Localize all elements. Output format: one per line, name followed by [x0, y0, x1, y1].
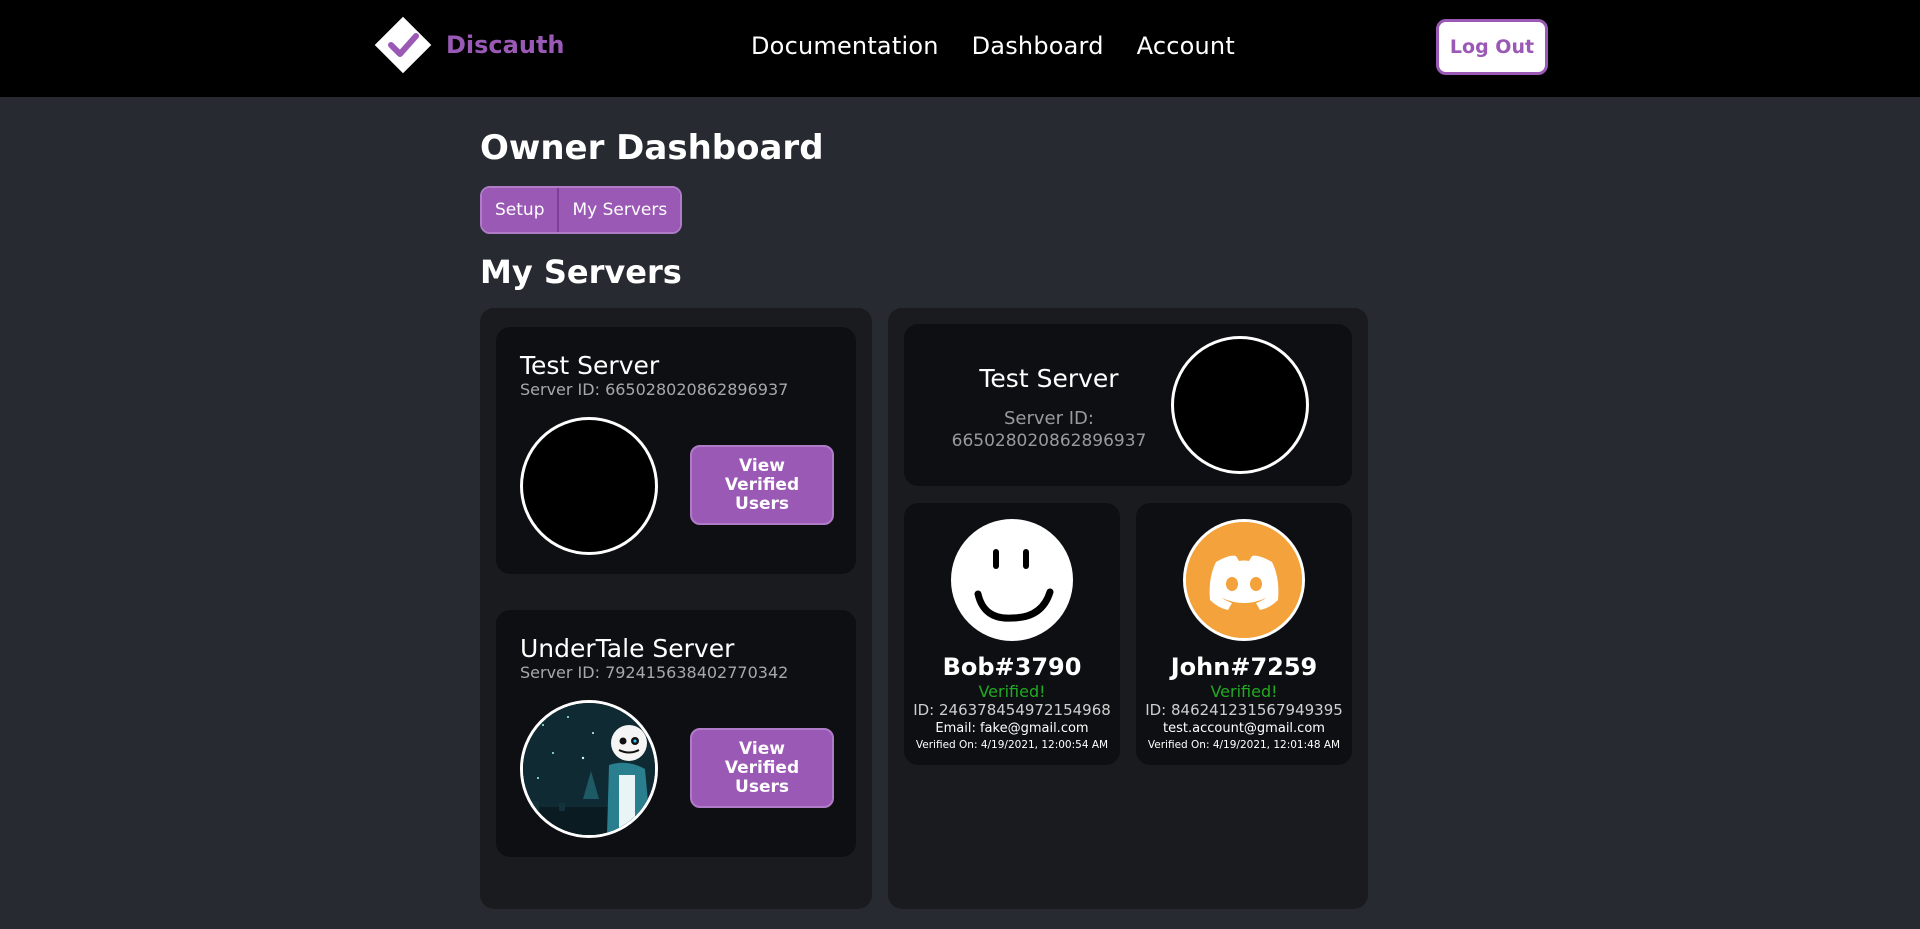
user-email: test.account@gmail.com — [1163, 721, 1325, 736]
nav-documentation[interactable]: Documentation — [751, 32, 939, 60]
selected-server-id-label: Server ID: — [1004, 408, 1094, 429]
verified-date: Verified On: 4/19/2021, 12:00:54 AM — [915, 739, 1109, 751]
dashboard-tabs: Setup My Servers — [480, 186, 683, 234]
smiley-face-icon — [951, 519, 1073, 641]
view-verified-users-button[interactable]: View Verified Users — [690, 728, 834, 808]
server-list-panel: Test Server Server ID: 66502802086289693… — [480, 308, 872, 909]
page-title: Owner Dashboard — [480, 128, 824, 168]
server-card: UnderTale Server Server ID: 792415638402… — [496, 610, 856, 857]
user-id: ID: 246378454972154968 — [913, 701, 1111, 719]
checkmark-diamond-icon — [370, 12, 436, 78]
tab-setup[interactable]: Setup — [482, 188, 558, 232]
selected-server-name: Test Server — [979, 364, 1119, 393]
user-name: John#7259 — [1170, 653, 1318, 681]
top-navbar: Discauth Documentation Dashboard Account… — [0, 0, 1920, 97]
nav-dashboard[interactable]: Dashboard — [972, 32, 1104, 60]
nav-account[interactable]: Account — [1137, 32, 1235, 60]
section-title: My Servers — [480, 253, 682, 291]
server-name: UnderTale Server — [520, 634, 735, 663]
brand-logo-link[interactable]: Discauth — [370, 12, 565, 78]
user-email: Email: fake@gmail.com — [935, 721, 1089, 736]
tab-my-servers[interactable]: My Servers — [557, 188, 681, 232]
undertale-sans-icon — [520, 700, 658, 838]
server-avatar — [520, 417, 658, 555]
verified-status: Verified! — [1210, 682, 1278, 701]
brand-name: Discauth — [446, 31, 565, 59]
verified-user-card: John#7259 Verified! ID: 8462412315679493… — [1136, 503, 1352, 765]
server-name: Test Server — [520, 351, 660, 380]
view-verified-users-button[interactable]: View Verified Users — [690, 445, 834, 525]
selected-server-card: Test Server Server ID: 66502802086289693… — [904, 324, 1352, 486]
selected-server-id: 665028020862896937 — [951, 431, 1147, 451]
user-id: ID: 846241231567949395 — [1145, 701, 1343, 719]
discord-logo-icon — [1183, 519, 1305, 641]
server-id: Server ID: 665028020862896937 — [520, 380, 789, 399]
user-name: Bob#3790 — [942, 653, 1082, 681]
server-detail-panel: Test Server Server ID: 66502802086289693… — [888, 308, 1368, 909]
nav-links: Documentation Dashboard Account — [751, 32, 1268, 60]
server-card: Test Server Server ID: 66502802086289693… — [496, 327, 856, 574]
selected-server-avatar — [1171, 336, 1309, 474]
verified-user-card: Bob#3790 Verified! ID: 24637845497215496… — [904, 503, 1120, 765]
logout-button[interactable]: Log Out — [1436, 19, 1548, 75]
server-id: Server ID: 792415638402770342 — [520, 663, 789, 682]
verified-date: Verified On: 4/19/2021, 12:01:48 AM — [1147, 739, 1341, 751]
verified-status: Verified! — [978, 682, 1046, 701]
